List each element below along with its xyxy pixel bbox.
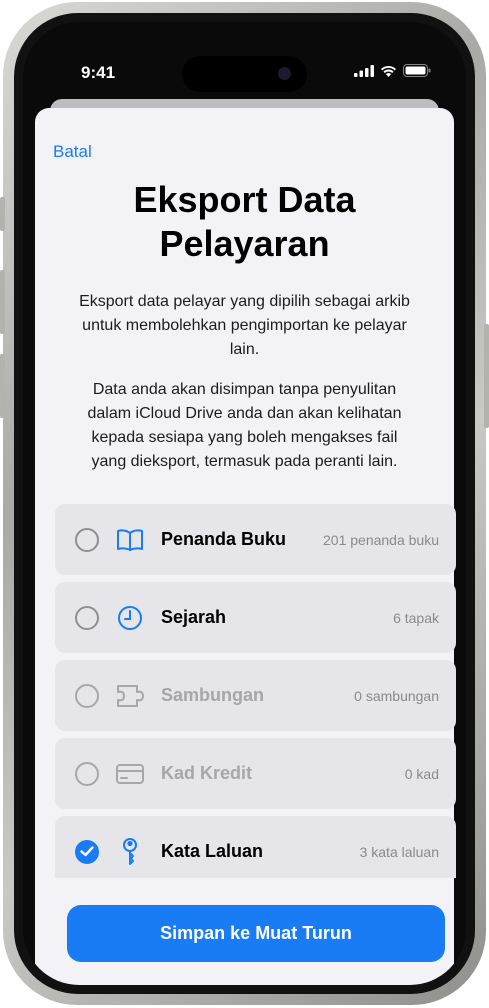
description-text: Eksport data pelayar yang dipilih sebaga… [79, 293, 410, 358]
item-label: Kata Laluan [161, 841, 264, 861]
key-icon [115, 837, 145, 867]
item-label: Sejarah [161, 607, 227, 627]
item-count: 201 penanda buku [323, 531, 439, 548]
action-button [0, 197, 5, 231]
screen: 9:41 Batal Eksport Data Pelayaran Ekspor… [23, 22, 466, 985]
save-to-downloads-button[interactable]: Simpan ke Muat Turun [67, 905, 445, 962]
export-sheet: Batal Eksport Data Pelayaran Eksport dat… [35, 108, 456, 985]
list-item-credit-cards: Kad Kredit 0 kad [55, 738, 456, 809]
item-count: 0 kad [404, 765, 439, 782]
book-icon [115, 525, 145, 555]
list-item-history[interactable]: Sejarah 6 tapak [55, 582, 456, 653]
camera-icon [278, 67, 291, 80]
radio-unchecked-icon [75, 761, 99, 786]
item-label: Kad Kredit [161, 763, 253, 783]
radio-unchecked-icon[interactable] [75, 527, 99, 552]
clock-icon [115, 603, 145, 633]
phone-frame: 9:41 Batal Eksport Data Pelayaran Ekspor… [0, 2, 489, 1005]
power-button [484, 324, 489, 428]
radio-unchecked-icon [75, 683, 99, 708]
item-count: 0 sambungan [354, 687, 439, 704]
list-item-extensions: Sambungan 0 sambungan [55, 660, 456, 731]
item-label: Penanda Buku [161, 529, 287, 549]
data-type-list: Penanda Buku 201 penanda buku Sejarah 6 … [55, 504, 456, 878]
radio-unchecked-icon[interactable] [75, 605, 99, 630]
battery-icon [403, 64, 431, 77]
status-icons [354, 64, 431, 77]
list-item-passwords[interactable]: Kata Laluan 3 kata laluan [55, 816, 456, 878]
extension-icon [115, 681, 145, 711]
dynamic-island [182, 56, 307, 92]
cancel-button[interactable]: Batal [53, 142, 92, 162]
item-count: 6 tapak [393, 609, 439, 626]
page-title: Eksport Data Pelayaran [133, 179, 356, 264]
radio-checked-icon[interactable] [75, 839, 99, 864]
cellular-signal-icon [354, 64, 374, 77]
phone-bezel: 9:41 Batal Eksport Data Pelayaran Ekspor… [14, 13, 475, 994]
warning-text: Data anda akan disimpan tanpa penyulitan… [87, 381, 402, 470]
wifi-icon [381, 65, 396, 77]
item-label: Sambungan [161, 685, 265, 705]
volume-up-button [0, 270, 5, 334]
list-item-bookmarks[interactable]: Penanda Buku 201 penanda buku [55, 504, 456, 575]
item-count: 3 kata laluan [359, 843, 439, 860]
volume-down-button [0, 354, 5, 418]
status-time: 9:41 [81, 63, 116, 82]
credit-card-icon [115, 759, 145, 789]
